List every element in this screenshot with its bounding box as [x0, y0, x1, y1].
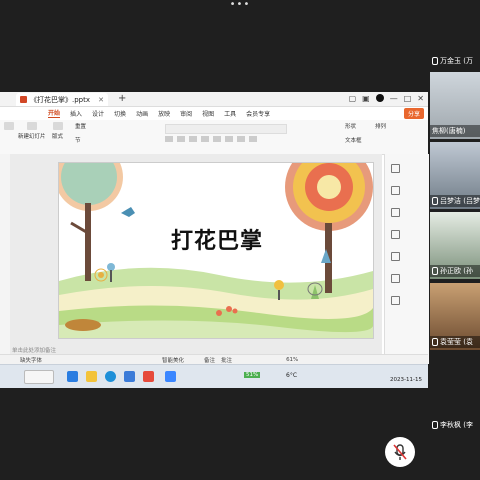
- system-tray[interactable]: 2023-11-15: [390, 368, 422, 384]
- mic-icon: [432, 338, 438, 346]
- ribbon-toolbar: 新建幻灯片 版式 重置 节 形状 排列 文本框: [0, 120, 428, 155]
- arrange-label: 排列: [375, 124, 387, 130]
- font-name-select[interactable]: [165, 124, 287, 134]
- text-box-button[interactable]: 文本框: [345, 136, 362, 144]
- mic-icon: [432, 267, 438, 275]
- animation-icon[interactable]: [391, 208, 400, 217]
- mic-icon: [432, 57, 438, 65]
- participant-name-3: 吕梦洁 (吕梦: [430, 195, 480, 207]
- microphone-muted-icon: [393, 444, 407, 460]
- ribbon-tab-9[interactable]: 会员专享: [246, 109, 270, 118]
- windows-taskbar: 51% 6°C 2023-11-15: [0, 364, 428, 388]
- ribbon-tab-1[interactable]: 插入: [70, 109, 82, 118]
- folder-icon[interactable]: [86, 371, 97, 382]
- share-button[interactable]: 分享: [403, 108, 424, 119]
- mute-button[interactable]: [385, 437, 415, 467]
- participant-video-2[interactable]: 焦柳(唐楠): [430, 72, 480, 139]
- right-tool-panel: [384, 154, 429, 364]
- ribbon-tab-2[interactable]: 设计: [92, 109, 104, 118]
- new-tab-button[interactable]: +: [118, 93, 126, 104]
- shape-label: 形状: [345, 124, 357, 130]
- mic-icon: [432, 197, 438, 205]
- edge-icon[interactable]: [105, 371, 116, 382]
- notes-placeholder[interactable]: 单击此处添加备注: [12, 346, 56, 354]
- ribbon-tab-0[interactable]: 开始: [48, 108, 61, 118]
- notes-button[interactable]: 备注: [204, 356, 215, 364]
- ribbon-tab-7[interactable]: 视图: [202, 109, 214, 118]
- help-icon[interactable]: [391, 296, 400, 305]
- minimize-icon[interactable]: —: [390, 94, 398, 103]
- battery-indicator[interactable]: 51%: [244, 372, 261, 378]
- font-missing-label[interactable]: 缺失字体: [20, 356, 42, 364]
- ribbon-tab-4[interactable]: 动画: [136, 109, 148, 118]
- slide-canvas[interactable]: 打花巴掌: [58, 162, 374, 339]
- weather-label[interactable]: 6°C: [286, 372, 297, 379]
- settings-icon[interactable]: [391, 274, 400, 283]
- new-slide-button[interactable]: 新建幻灯片: [18, 122, 46, 140]
- participant-name-5: 袁莹莹 (袁: [430, 336, 480, 348]
- section-label: 节: [75, 138, 81, 144]
- paste-button[interactable]: [4, 122, 14, 132]
- browser-tab-bar: 《打花巴掌》.pptx ✕ + ▢ ▣ — □ ✕: [0, 92, 428, 107]
- reset-label: 重置: [75, 124, 87, 130]
- layout-label: 版式: [52, 134, 64, 140]
- widget-icon[interactable]: [24, 370, 54, 384]
- annotations-button[interactable]: 批注: [221, 356, 232, 364]
- ai-icon[interactable]: [391, 252, 400, 261]
- ribbon-tab-3[interactable]: 切换: [114, 109, 126, 118]
- participant-video-3[interactable]: 吕梦洁 (吕梦: [430, 142, 480, 209]
- design-icon[interactable]: [391, 186, 400, 195]
- arrange-button[interactable]: 排列: [375, 122, 386, 130]
- mic-icon: [432, 421, 438, 429]
- document-tab[interactable]: 《打花巴掌》.pptx ✕: [16, 93, 108, 106]
- search-icon[interactable]: [67, 371, 78, 382]
- participant-video-4[interactable]: 孙正欧 (孙: [430, 212, 480, 279]
- participant-video-5[interactable]: 袁莹莹 (袁: [430, 283, 480, 350]
- clock-date: 2023-11-15: [390, 377, 422, 383]
- more-options-icon[interactable]: •••: [228, 0, 252, 10]
- participant-name-4: 孙正欧 (孙: [430, 265, 480, 277]
- participant-name-6: 李秋枫 (李: [432, 420, 473, 430]
- wps-icon[interactable]: [143, 371, 154, 382]
- property-icon[interactable]: [391, 164, 400, 173]
- transition-icon[interactable]: [391, 230, 400, 239]
- document-tab-title: 《打花巴掌》.pptx: [30, 95, 90, 104]
- text-box-label: 文本框: [345, 138, 362, 144]
- close-tab-icon[interactable]: ✕: [98, 96, 104, 104]
- smart-beautify-button[interactable]: 智能美化: [162, 356, 184, 364]
- meeting-app-icon[interactable]: [124, 371, 135, 382]
- slide-title[interactable]: 打花巴掌: [157, 223, 277, 255]
- window-controls: ▢ ▣ — □ ✕: [349, 94, 424, 103]
- ppt-file-icon: [20, 96, 27, 103]
- layout-button[interactable]: 版式: [52, 122, 63, 140]
- book-icon[interactable]: ▣: [362, 94, 370, 103]
- shape-button[interactable]: 形状: [345, 122, 356, 130]
- app-icon[interactable]: [165, 371, 176, 382]
- new-slide-label: 新建幻灯片: [18, 134, 46, 140]
- ribbon-tab-5[interactable]: 放映: [158, 109, 170, 118]
- avatar[interactable]: [375, 94, 384, 102]
- participant-name-1: 万金玉 (万: [432, 56, 473, 66]
- participant-name-2: 焦柳(唐楠): [430, 125, 480, 137]
- close-window-icon[interactable]: ✕: [417, 94, 424, 103]
- zoom-level[interactable]: 61%: [286, 357, 298, 363]
- reset-button[interactable]: 重置: [75, 122, 86, 130]
- ribbon-tab-6[interactable]: 审阅: [180, 109, 192, 118]
- maximize-icon[interactable]: □: [404, 94, 412, 103]
- ribbon-tab-list: 开始 插入 设计 切换 动画 放映 审阅 视图 工具 会员专享: [0, 107, 428, 119]
- clock-time: [390, 368, 422, 376]
- ribbon-tab-8[interactable]: 工具: [224, 109, 236, 118]
- font-format-row: [165, 136, 285, 144]
- restore-icon[interactable]: ▢: [349, 94, 357, 103]
- section-button[interactable]: 节: [75, 136, 81, 144]
